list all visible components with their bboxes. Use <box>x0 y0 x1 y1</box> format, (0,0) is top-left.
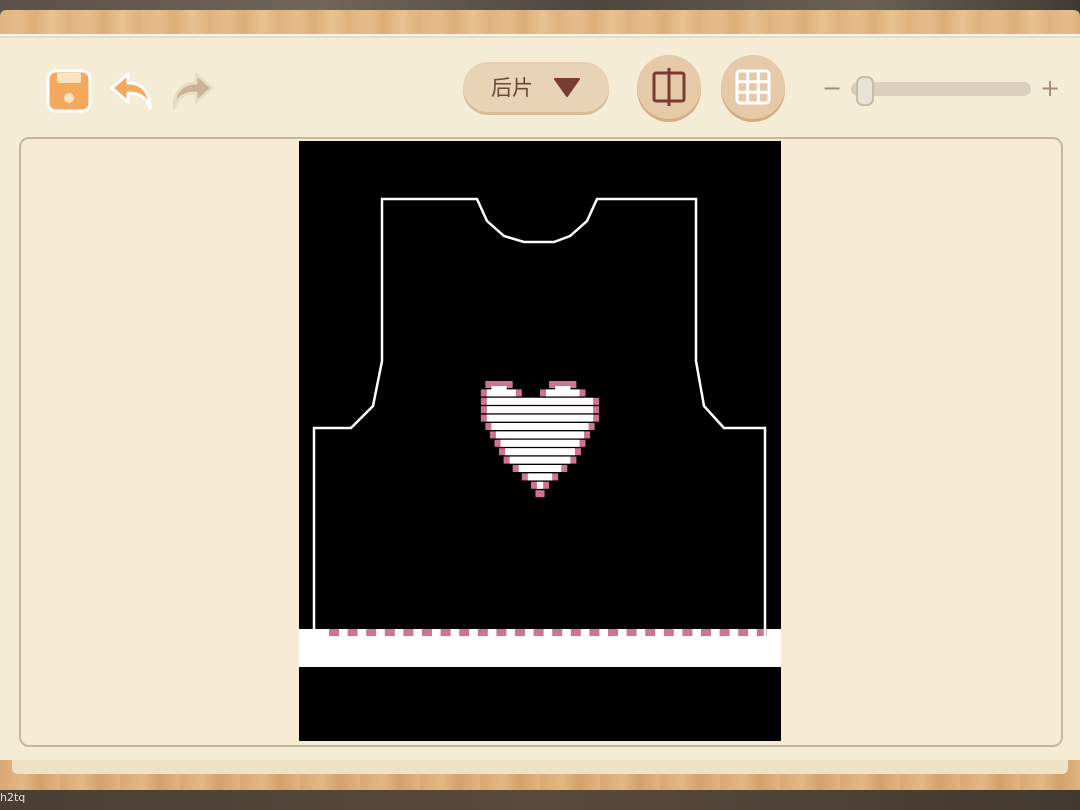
heart-pixel <box>505 448 575 456</box>
hem-dot <box>663 629 674 636</box>
heart-pixel <box>491 423 589 430</box>
hem-dot <box>422 629 432 636</box>
grid-toggle-button[interactable] <box>721 55 785 119</box>
heart-pixel <box>518 465 562 472</box>
undo-button[interactable] <box>108 66 158 116</box>
pattern-drawing <box>299 197 781 667</box>
triangle-down-icon <box>554 78 580 97</box>
hem-dot <box>347 629 358 636</box>
hem-dot <box>329 629 339 636</box>
hem-dot <box>608 629 618 636</box>
hem-dot <box>645 629 656 636</box>
heart-pixel <box>486 397 594 405</box>
heart-pixel <box>500 439 580 447</box>
corner-text: h2tq <box>0 791 26 804</box>
hem-dot <box>366 629 377 636</box>
zoom-out-button[interactable]: − <box>822 76 842 100</box>
hem-dot <box>496 629 507 636</box>
hem-dot <box>477 629 488 636</box>
redo-button[interactable] <box>166 66 216 116</box>
heart-pixel <box>486 414 594 422</box>
piece-select-dropdown[interactable]: 后片 <box>463 62 609 112</box>
redo-arrow-icon <box>172 72 214 110</box>
undo-arrow-icon <box>110 72 152 110</box>
hem-dot <box>719 629 730 636</box>
zoom-slider-thumb[interactable] <box>855 76 874 106</box>
save-icon <box>46 69 92 113</box>
hem-dot <box>403 629 414 636</box>
hem-dot <box>738 629 749 636</box>
zoom-slider-track[interactable] <box>851 82 1031 96</box>
hem-dot <box>589 629 600 636</box>
heart-pixel <box>495 431 585 439</box>
heart-pixel <box>546 389 580 397</box>
heart-pixel <box>527 473 553 481</box>
heart-pixel <box>536 481 544 489</box>
save-button[interactable] <box>46 69 92 113</box>
heart-pixel <box>509 456 571 464</box>
hem-dot <box>440 629 451 636</box>
heart-pixel <box>486 406 594 414</box>
hem-dot <box>570 629 581 636</box>
background-scene-bottom <box>0 790 1080 810</box>
heart-pixel <box>535 490 545 498</box>
grid-icon <box>735 69 771 105</box>
hem-dot <box>384 629 395 636</box>
pattern-canvas[interactable] <box>299 141 781 741</box>
zoom-in-button[interactable]: + <box>1040 76 1060 100</box>
piece-select-label: 后片 <box>491 76 533 100</box>
hem-dot <box>701 629 711 636</box>
heart-motif <box>480 381 600 498</box>
panel-shadow <box>12 760 1068 774</box>
hem-dot <box>626 629 637 636</box>
mirror-button[interactable] <box>637 55 701 119</box>
mirror-split-icon <box>652 68 686 106</box>
heart-pixel <box>486 389 516 397</box>
hem-dot <box>533 629 544 636</box>
hem-dot <box>682 629 693 636</box>
hem-dot <box>459 629 470 636</box>
hem-dot <box>552 629 563 636</box>
hem-dot <box>515 629 525 636</box>
